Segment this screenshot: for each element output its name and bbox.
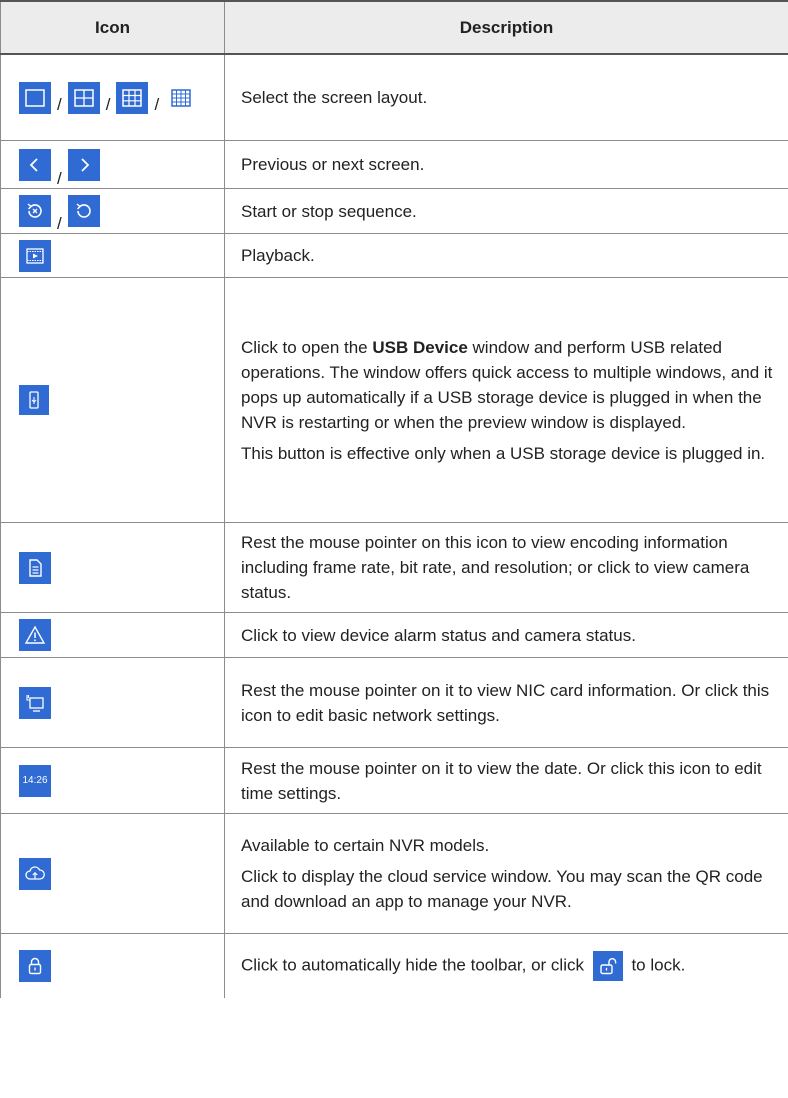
chevron-right-icon xyxy=(67,148,100,181)
table-header-row: Icon Description xyxy=(0,0,788,55)
description-text: Playback. xyxy=(241,246,315,265)
sixteen-screen-layout-icon xyxy=(165,81,198,114)
table-row: Click to view device alarm status and ca… xyxy=(0,613,788,658)
usb-device-icon xyxy=(19,385,49,415)
description-text: Previous or next screen. xyxy=(241,155,425,174)
description-text: Rest the mouse pointer on it to view NIC… xyxy=(241,680,770,725)
table-row: Rest the mouse pointer on this icon to v… xyxy=(0,523,788,613)
header-description: Description xyxy=(224,2,788,53)
document-info-icon xyxy=(19,551,51,584)
table-row: / Previous or next screen. xyxy=(0,141,788,189)
table-row: Rest the mouse pointer on it to view NIC… xyxy=(0,658,788,748)
description-text: Available to certain NVR models. xyxy=(241,836,490,855)
stop-sequence-icon xyxy=(67,195,100,227)
description-text: Start or stop sequence. xyxy=(241,201,417,221)
time-display-icon: 14:26 xyxy=(19,764,51,797)
description-text: Click to display the cloud service windo… xyxy=(241,867,763,911)
separator: / xyxy=(57,94,62,114)
table-row: / / / Select the screen layout. xyxy=(0,55,788,141)
separator: / xyxy=(105,94,111,114)
chevron-left-icon xyxy=(19,148,51,181)
table-row: Playback. xyxy=(0,234,788,278)
alarm-warning-icon xyxy=(19,619,51,651)
separator: / xyxy=(154,94,160,114)
start-sequence-icon xyxy=(19,195,51,227)
icon-description-table: Icon Description / / / Select the screen… xyxy=(0,0,788,998)
usb-device-window-name: USB Device xyxy=(372,337,468,357)
description-text: Rest the mouse pointer on it to view the… xyxy=(241,758,762,803)
nine-screen-layout-icon xyxy=(116,81,149,114)
time-label: 14:26 xyxy=(22,775,48,786)
description-note: This button is effective only when a USB… xyxy=(241,443,766,463)
header-icon: Icon xyxy=(0,2,224,53)
cloud-upload-icon xyxy=(19,857,51,890)
table-row: Click to open the USB Device window and … xyxy=(0,278,788,523)
description-text: Click to view device alarm status and ca… xyxy=(241,625,636,645)
table-row: / Start or stop sequence. xyxy=(0,189,788,234)
lock-icon xyxy=(19,950,51,982)
network-nic-icon xyxy=(19,686,51,719)
table-row: 14:26 Rest the mouse pointer on it to vi… xyxy=(0,748,788,814)
table-row: Available to certain NVR models. Click t… xyxy=(0,814,788,934)
unlock-icon xyxy=(592,951,623,981)
description-text: Select the screen layout. xyxy=(241,88,428,107)
description-text: to lock. xyxy=(626,955,686,975)
description-text: Click to open the xyxy=(241,337,373,357)
separator: / xyxy=(57,169,62,188)
single-screen-layout-icon xyxy=(19,81,51,114)
description-text: Click to automatically hide the toolbar,… xyxy=(241,955,589,975)
description-text: Rest the mouse pointer on this icon to v… xyxy=(241,533,750,602)
four-screen-layout-icon xyxy=(67,81,100,114)
separator: / xyxy=(57,214,62,233)
table-row: Click to automatically hide the toolbar,… xyxy=(0,934,788,998)
playback-icon xyxy=(19,239,51,272)
